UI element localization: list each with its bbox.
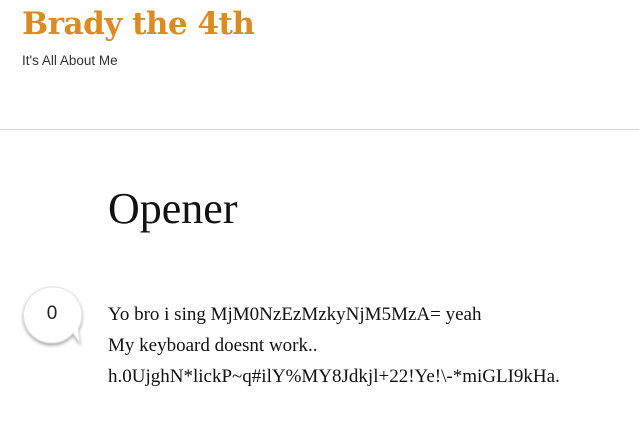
- post-title[interactable]: Opener: [108, 182, 238, 236]
- site-title-link[interactable]: Brady the 4th: [22, 2, 255, 46]
- comment-count: 0: [46, 303, 58, 324]
- comment-count-bubble[interactable]: 0: [23, 286, 83, 344]
- site-tagline: It's All About Me: [22, 53, 118, 68]
- post-content-line: My keyboard doesnt work..: [108, 335, 318, 356]
- post-content: Yo bro i sing MjM0NzEzMzkyNjM5MzA= yeah …: [108, 299, 633, 392]
- site-header: Brady the 4th It's All About Me: [0, 0, 639, 130]
- post-content-line: Yo bro i sing MjM0NzEzMzkyNjM5MzA= yeah: [108, 304, 482, 325]
- post-content-line: h.0UjghN*lickP~q#ilY%MY8Jdkjl+22!Ye!\-*m…: [108, 366, 560, 387]
